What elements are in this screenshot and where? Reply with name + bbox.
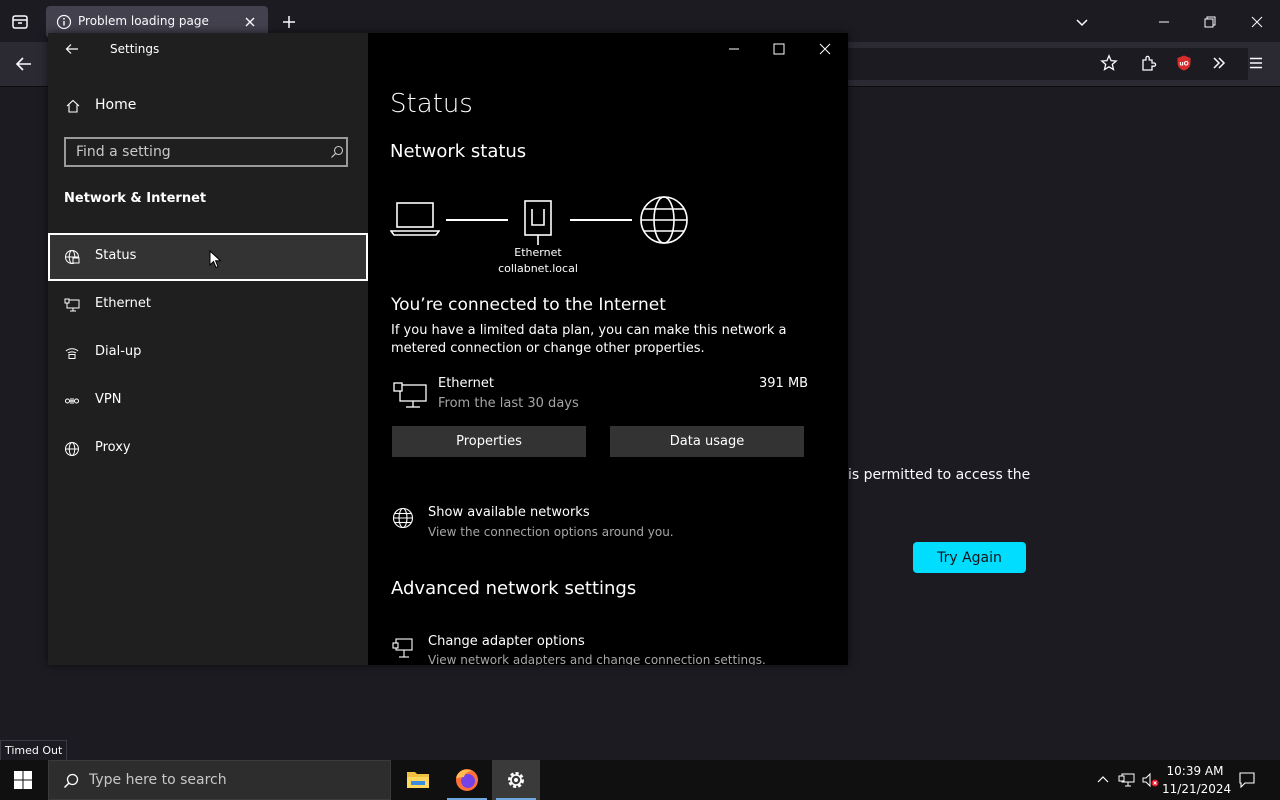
connection-status-description: If you have a limited data plan, you can…: [391, 323, 787, 356]
restore-icon[interactable]: [1202, 14, 1218, 30]
globe-icon: [64, 441, 80, 457]
search-icon[interactable]: [330, 145, 344, 159]
laptop-icon: [390, 199, 440, 239]
sidebar-item-label: Ethernet: [95, 296, 151, 311]
taskbar-search-placeholder: Type here to search: [89, 772, 227, 788]
show-networks-link[interactable]: Show available networks: [428, 505, 590, 520]
internet-globe-icon: [639, 195, 689, 245]
data-used-amount: 391 MB: [759, 376, 809, 391]
sidebar-item-label: Proxy: [95, 440, 131, 455]
notification-icon[interactable]: [1238, 772, 1256, 788]
maximize-icon[interactable]: [771, 41, 787, 57]
close-icon[interactable]: [1249, 14, 1265, 30]
sidebar-item-proxy[interactable]: Proxy: [48, 425, 368, 473]
diagram-network-domain: collabnet.local: [498, 262, 578, 275]
ethernet-adapter-icon: [392, 381, 428, 409]
adapter-name: Ethernet: [438, 376, 494, 391]
firefox-icon: [456, 769, 478, 791]
svg-text:uO: uO: [1179, 61, 1188, 68]
connection-line: [446, 219, 508, 221]
double-chevron-icon[interactable]: [1210, 54, 1228, 72]
ethernet-port-icon: [522, 199, 554, 245]
tab-title: Problem loading page: [78, 14, 209, 28]
settings-window: Settings Home Network & Internet Status: [48, 33, 848, 665]
tab-view-icon[interactable]: [8, 10, 32, 34]
section-header: Network & Internet: [64, 191, 207, 206]
settings-search: [64, 137, 348, 167]
try-again-button[interactable]: Try Again: [913, 542, 1026, 573]
back-arrow-icon[interactable]: [64, 41, 80, 57]
connection-line: [570, 219, 632, 221]
info-icon: [56, 14, 72, 30]
sidebar-item-label: Status: [95, 248, 137, 263]
settings-sidebar: Settings Home Network & Internet Status: [48, 33, 368, 665]
data-usage-button[interactable]: Data usage: [610, 426, 804, 457]
sidebar-item-status[interactable]: Status: [48, 233, 368, 281]
ublock-icon[interactable]: uO: [1175, 54, 1193, 72]
error-message-fragment: is permitted to access the: [848, 467, 1031, 483]
back-arrow-icon[interactable]: [14, 54, 34, 74]
puzzle-icon[interactable]: [1140, 54, 1158, 72]
minimize-icon[interactable]: [726, 41, 742, 57]
close-icon[interactable]: [242, 14, 258, 30]
windows-logo-icon: [14, 771, 32, 789]
gear-icon: [508, 772, 524, 788]
globe-icon: [392, 507, 414, 529]
clock-date[interactable]: 11/21/2024: [1162, 782, 1231, 796]
network-tray-icon[interactable]: [1118, 772, 1136, 788]
status-tooltip: Timed Out: [0, 740, 68, 762]
vpn-icon: [64, 393, 80, 409]
adapter-options-description: View network adapters and change connect…: [428, 653, 766, 665]
search-icon: [63, 773, 79, 789]
sidebar-item-home[interactable]: Home: [48, 89, 368, 123]
chevron-up-icon[interactable]: [1097, 774, 1109, 786]
taskbar-app-firefox[interactable]: [443, 760, 491, 800]
globe-status-icon: [64, 249, 80, 265]
mouse-cursor-icon: [209, 250, 223, 270]
show-networks-description: View the connection options around you.: [428, 525, 674, 539]
volume-muted-icon[interactable]: [1142, 772, 1160, 788]
taskbar-app-file-explorer[interactable]: [394, 760, 442, 800]
sidebar-item-label: VPN: [95, 392, 122, 407]
section-heading: Advanced network settings: [391, 578, 637, 599]
home-icon: [65, 98, 81, 114]
plus-icon[interactable]: [281, 14, 297, 30]
adapter-period: From the last 30 days: [438, 396, 579, 411]
sidebar-item-label: Home: [95, 97, 137, 113]
chevron-down-icon[interactable]: [1074, 14, 1090, 30]
sidebar-item-ethernet[interactable]: Ethernet: [48, 281, 368, 329]
folder-icon: [407, 772, 429, 788]
hamburger-icon[interactable]: [1247, 54, 1265, 72]
star-icon[interactable]: [1100, 54, 1118, 72]
page-title: Status: [390, 89, 473, 119]
taskbar: Type here to search 10:39 AM 11/21/2024: [0, 760, 1280, 800]
taskbar-app-settings[interactable]: [492, 760, 540, 800]
diagram-network-name: Ethernet: [514, 246, 562, 259]
properties-button[interactable]: Properties: [392, 426, 586, 457]
start-button[interactable]: [0, 760, 48, 800]
sidebar-item-label: Dial-up: [95, 344, 142, 359]
search-input[interactable]: [66, 139, 326, 165]
minimize-icon[interactable]: [1156, 14, 1172, 30]
dialup-icon: [64, 345, 80, 361]
ethernet-icon: [64, 297, 80, 313]
taskbar-search[interactable]: Type here to search: [48, 760, 391, 800]
sidebar-item-vpn[interactable]: VPN: [48, 377, 368, 425]
clock-time[interactable]: 10:39 AM: [1162, 764, 1228, 778]
change-adapter-options-link[interactable]: Change adapter options: [428, 634, 585, 649]
close-icon[interactable]: [817, 41, 833, 57]
adapter-settings-icon: [392, 637, 414, 659]
sidebar-item-dialup[interactable]: Dial-up: [48, 329, 368, 377]
window-title: Settings: [110, 42, 160, 56]
section-heading: Network status: [390, 141, 527, 162]
connection-status-heading: You’re connected to the Internet: [391, 295, 666, 315]
